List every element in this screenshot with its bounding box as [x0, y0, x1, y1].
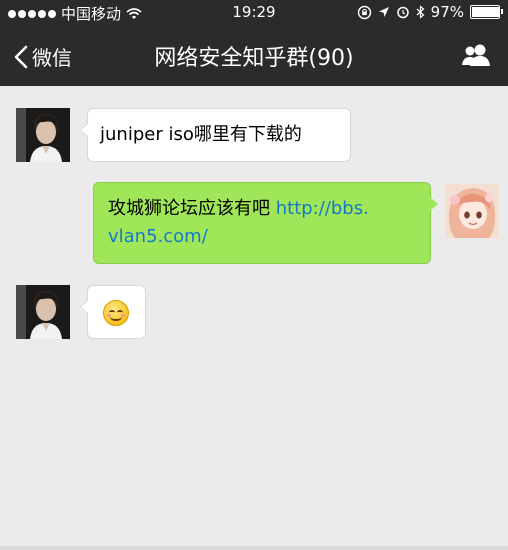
bluetooth-icon	[416, 5, 425, 19]
message-outgoing: 攻城狮论坛应该有吧 http://bbs. vlan5.com/	[0, 182, 508, 266]
battery-percent: 97%	[430, 3, 464, 21]
message-incoming: juniper iso哪里有下载的	[0, 106, 508, 166]
chat-header: 微信 网络安全知乎群(90)	[0, 26, 508, 86]
battery-level	[472, 7, 500, 17]
message-text: 攻城狮论坛应该有吧 http://bbs. vlan5.com/	[108, 195, 424, 251]
battery-icon	[470, 5, 503, 19]
status-bar: 中国移动 19:29 97%	[0, 0, 508, 26]
chat-title: 网络安全知乎群(90)	[154, 46, 354, 71]
alarm-icon	[396, 6, 409, 19]
status-icons: 97%	[357, 3, 503, 21]
sender-avatar[interactable]	[16, 285, 70, 339]
group-members-icon	[462, 44, 490, 66]
location-icon	[378, 7, 389, 17]
message-text: juniper iso哪里有下载的	[100, 124, 302, 145]
sender-avatar[interactable]	[16, 108, 70, 162]
my-avatar[interactable]	[445, 184, 499, 238]
message-link[interactable]: http://bbs.	[276, 198, 369, 219]
smiling-face-icon	[103, 300, 129, 326]
message-bubble[interactable]: juniper iso哪里有下载的	[80, 108, 351, 162]
message-bubble[interactable]: 攻城狮论坛应该有吧 http://bbs. vlan5.com/	[93, 182, 438, 264]
rotation-lock-icon	[357, 5, 371, 19]
message-bubble[interactable]	[80, 285, 146, 339]
input-bar-edge	[0, 546, 508, 550]
group-members-button[interactable]	[460, 43, 492, 71]
message-link-continued[interactable]: vlan5.com/	[108, 226, 208, 247]
message-body: 攻城狮论坛应该有吧	[108, 198, 276, 219]
message-incoming	[0, 283, 508, 343]
